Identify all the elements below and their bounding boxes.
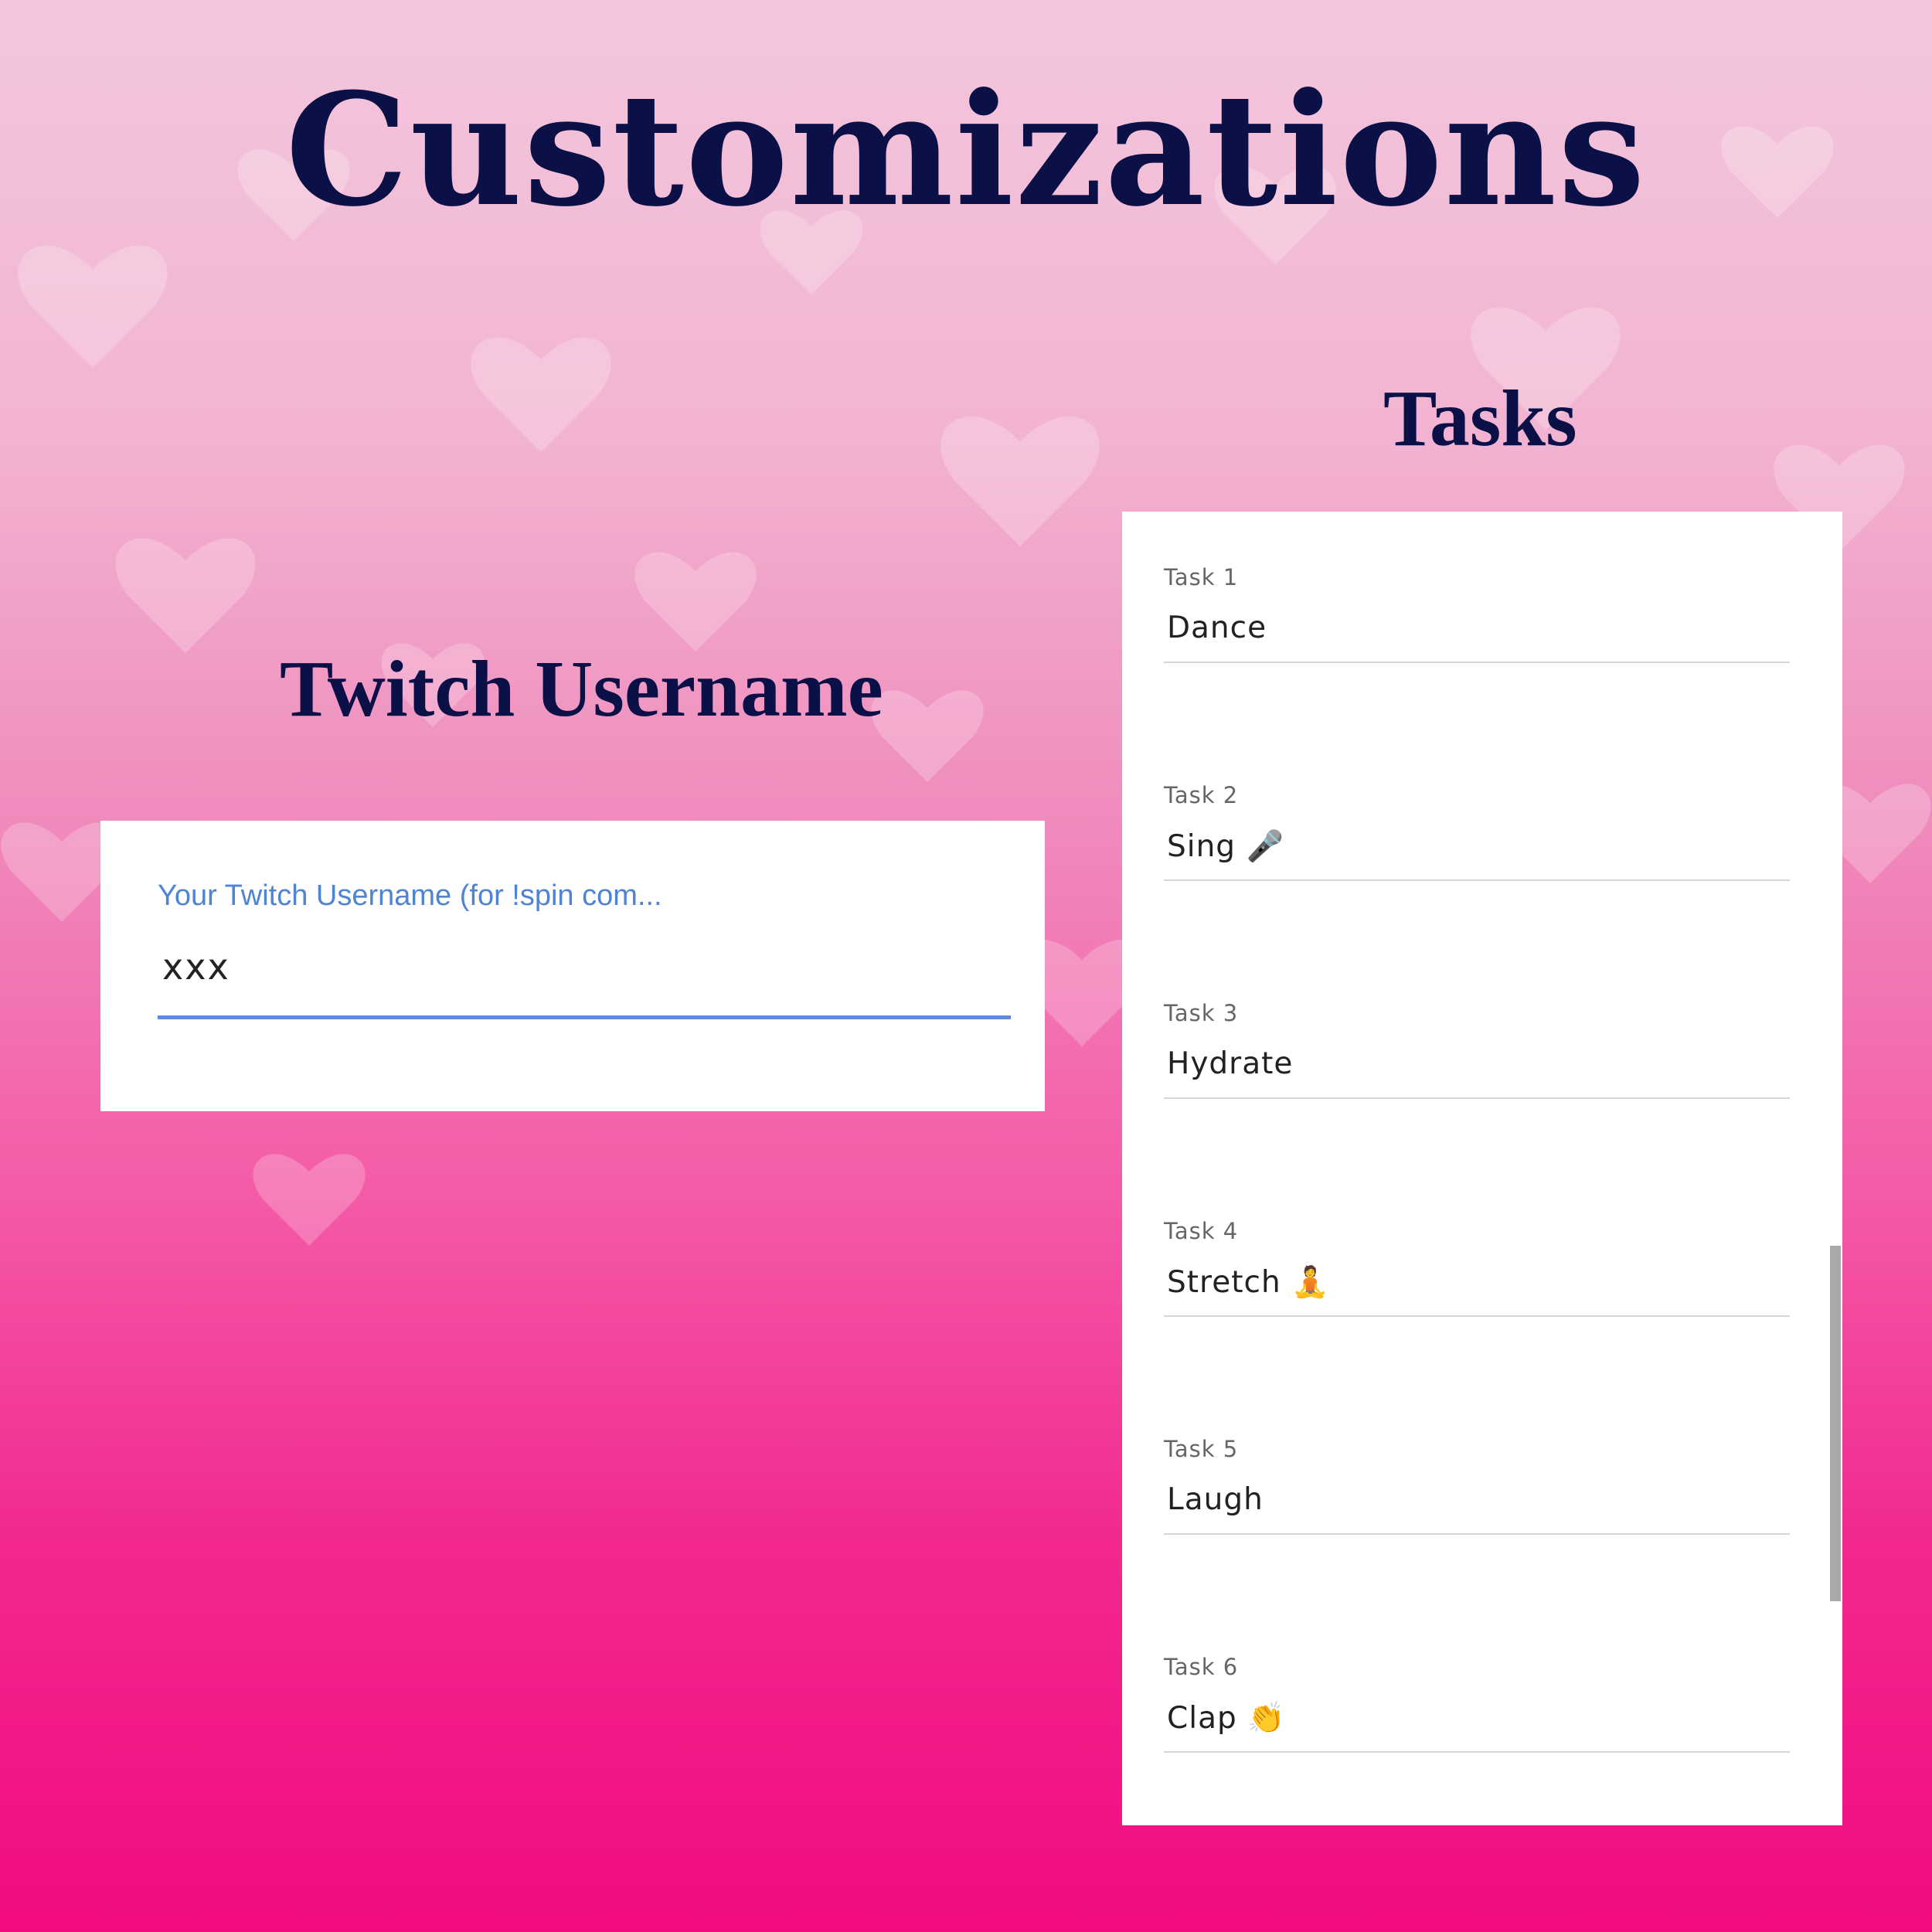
task-input[interactable] — [1167, 1264, 1785, 1299]
task-field: Task 2 — [1164, 782, 1790, 906]
task-underline — [1164, 1097, 1790, 1099]
task-label: Task 2 — [1164, 782, 1239, 808]
task-label: Task 4 — [1164, 1218, 1239, 1244]
task-underline — [1164, 1315, 1790, 1317]
task-input[interactable] — [1167, 611, 1785, 645]
task-field: Task 1 — [1164, 564, 1790, 688]
task-underline — [1164, 1751, 1790, 1753]
task-label: Task 5 — [1164, 1436, 1239, 1462]
twitch-username-card: Your Twitch Username (for !spin com... — [100, 821, 1045, 1111]
task-input[interactable] — [1167, 1700, 1785, 1735]
task-label: Task 3 — [1164, 1000, 1239, 1026]
tasks-scrollbar[interactable] — [1830, 1246, 1841, 1601]
task-label: Task 6 — [1164, 1654, 1239, 1680]
tasks-heading: Tasks — [1383, 374, 1577, 463]
task-underline — [1164, 1533, 1790, 1535]
tasks-panel: Task 1 Task 2 Task 3 Task 4 Task 5 Task … — [1122, 512, 1842, 1825]
twitch-username-heading: Twitch Username — [280, 645, 883, 733]
task-underline — [1164, 879, 1790, 881]
twitch-username-label: Your Twitch Username (for !spin com... — [158, 879, 662, 912]
task-label: Task 1 — [1164, 564, 1239, 590]
twitch-username-input[interactable] — [158, 943, 1012, 991]
page-title: Customizations — [285, 60, 1647, 241]
task-field: Task 4 — [1164, 1218, 1790, 1342]
task-input[interactable] — [1167, 828, 1785, 863]
task-field: Task 5 — [1164, 1436, 1790, 1560]
task-input[interactable] — [1167, 1482, 1785, 1517]
task-field: Task 6 — [1164, 1654, 1790, 1777]
task-underline — [1164, 662, 1790, 663]
task-field: Task 3 — [1164, 1000, 1790, 1124]
twitch-username-underline — [158, 1015, 1011, 1019]
task-input[interactable] — [1167, 1046, 1785, 1081]
